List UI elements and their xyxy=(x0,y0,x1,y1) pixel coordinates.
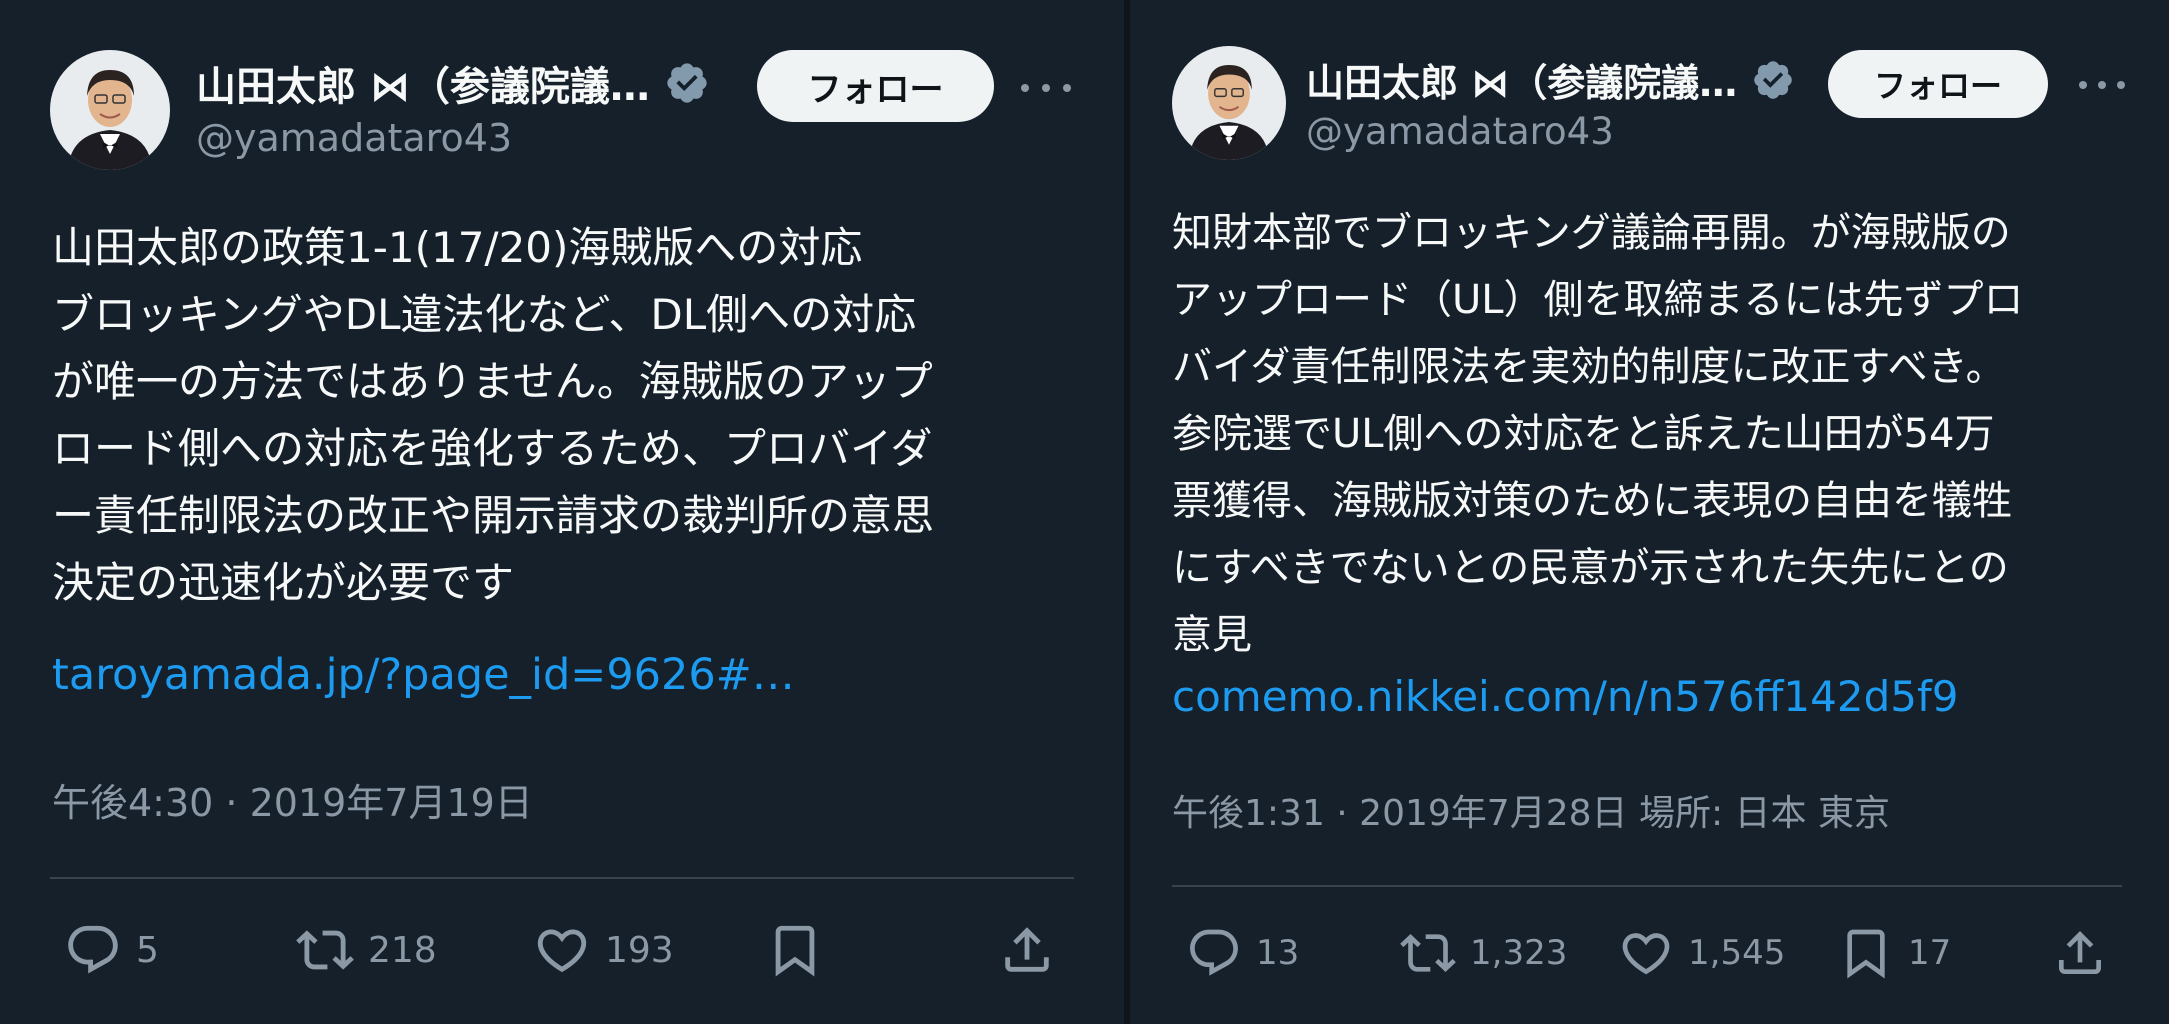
verified-badge-icon xyxy=(1754,60,1793,99)
dot xyxy=(2098,81,2106,89)
reply-count: 5 xyxy=(136,929,159,971)
follow-button[interactable]: フォロー xyxy=(757,50,994,122)
bookmark-button[interactable]: 17 xyxy=(1838,925,1951,981)
share-upload-icon xyxy=(2059,931,2101,974)
dot xyxy=(2117,81,2125,89)
reply-bubble-icon xyxy=(1190,929,1238,976)
like-count: 1,545 xyxy=(1688,933,1786,973)
bookmark-icon xyxy=(1847,929,1885,979)
retweet-arrows-icon xyxy=(1400,934,1456,972)
tweet-link[interactable]: taroyamada.jp/?page_id=9626#… xyxy=(52,650,795,700)
author-name-row[interactable]: 山田太郎 ⋈（参議院議… xyxy=(1306,52,1795,107)
author-handle[interactable]: @yamadataro43 xyxy=(1306,110,1614,153)
retweet-button[interactable]: 1,323 xyxy=(1400,925,1567,981)
reply-count: 13 xyxy=(1256,933,1300,973)
tweet-timestamp[interactable]: 午後4:30 · 2019年7月19日 xyxy=(52,772,533,827)
avatar-photo xyxy=(50,50,170,170)
heart-icon xyxy=(537,929,587,973)
avatar[interactable] xyxy=(1172,46,1286,160)
follow-button[interactable]: フォロー xyxy=(1828,50,2048,118)
share-upload-icon xyxy=(1005,927,1049,972)
bookmark-count: 17 xyxy=(1908,933,1952,973)
reply-button[interactable]: 13 xyxy=(1186,925,1299,981)
tweet-link[interactable]: comemo.nikkei.com/n/n576ff142d5f9 xyxy=(1172,672,1958,721)
tweet-card-1: 山田太郎 ⋈（参議院議… @yamadataro43 フォロー 山田太郎の政策1… xyxy=(0,0,1124,1024)
bookmark-icon xyxy=(775,925,815,977)
reply-button[interactable]: 5 xyxy=(64,921,159,979)
author-name-row[interactable]: 山田太郎 ⋈（参議院議… xyxy=(196,54,710,112)
like-button[interactable]: 1,545 xyxy=(1618,925,1785,981)
author-display-name[interactable]: 山田太郎 ⋈（参議院議… xyxy=(196,54,650,112)
dot xyxy=(1042,84,1050,92)
tweet-text: 山田太郎の政策1-1(17/20)海賊版への対応 ブロッキングやDL違法化など、… xyxy=(52,223,935,607)
bookmark-button[interactable] xyxy=(766,921,824,979)
share-button[interactable] xyxy=(998,921,1056,979)
tweet-card-2: 山田太郎 ⋈（参議院議… @yamadataro43 フォロー 知財本部でブロッ… xyxy=(1130,0,2169,1024)
dot xyxy=(1063,84,1071,92)
reply-bubble-icon xyxy=(68,925,118,974)
avatar-photo xyxy=(1172,46,1286,160)
more-dots-icon[interactable] xyxy=(1021,78,1071,98)
dot xyxy=(1021,84,1029,92)
share-button[interactable] xyxy=(2052,925,2108,981)
verified-badge-icon xyxy=(667,63,707,103)
tweet-timestamp[interactable]: 午後1:31 · 2019年7月28日 場所: 日本 東京 xyxy=(1172,784,1890,836)
retweet-arrows-icon xyxy=(296,930,354,970)
more-dots-icon[interactable] xyxy=(2079,75,2125,95)
author-display-name[interactable]: 山田太郎 ⋈（参議院議… xyxy=(1306,52,1737,107)
avatar[interactable] xyxy=(50,50,170,170)
divider xyxy=(1172,885,2122,887)
dot xyxy=(2079,81,2087,89)
author-handle[interactable]: @yamadataro43 xyxy=(196,116,512,160)
action-bar: 13 1,323 1,545 17 xyxy=(1130,921,2169,991)
retweet-button[interactable]: 218 xyxy=(296,921,437,979)
action-bar: 5 218 193 xyxy=(0,917,1124,987)
retweet-count: 218 xyxy=(368,929,437,971)
retweet-count: 1,323 xyxy=(1470,933,1568,973)
divider xyxy=(50,877,1074,879)
like-button[interactable]: 193 xyxy=(533,921,674,979)
heart-icon xyxy=(1622,933,1670,975)
tweet-text: 知財本部でブロッキング議論再開。が海賊版の アップロード（UL）側を取締まるには… xyxy=(1172,210,2024,658)
like-count: 193 xyxy=(605,929,674,971)
